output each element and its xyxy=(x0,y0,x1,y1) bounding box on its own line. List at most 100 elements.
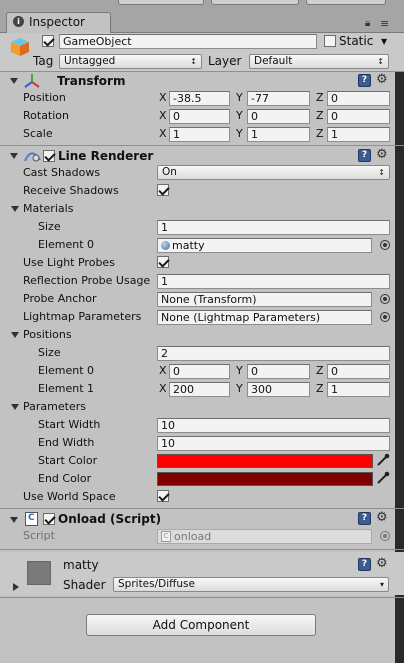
position-x-field[interactable]: -38.5 xyxy=(169,91,230,106)
probe-anchor-field[interactable]: None (Transform) xyxy=(157,292,372,307)
gameobject-active-checkbox[interactable] xyxy=(42,35,54,47)
add-component-button[interactable]: Add Component xyxy=(86,614,316,636)
parameters-foldout-arrow[interactable] xyxy=(11,404,19,410)
use-light-probes-label: Use Light Probes xyxy=(23,256,115,269)
gameobject-name-field[interactable]: GameObject xyxy=(59,34,317,49)
line-renderer-foldout-arrow[interactable] xyxy=(10,153,18,159)
object-picker-icon[interactable] xyxy=(380,294,390,304)
receive-shadows-label: Receive Shadows xyxy=(23,184,119,197)
x-axis-label: X xyxy=(159,364,167,377)
lightmap-parameters-field[interactable]: None (Lightmap Parameters) xyxy=(157,310,372,325)
shader-dropdown[interactable]: Sprites/Diffuse ▾ xyxy=(113,577,389,592)
y-axis-label: Y xyxy=(236,364,243,377)
tag-dropdown[interactable]: Untagged ↕ xyxy=(59,54,202,69)
x-axis-label: X xyxy=(159,109,167,122)
tab-strip: i Inspector 🔒︎ ≡ xyxy=(0,0,404,33)
lightmap-parameters-label: Lightmap Parameters xyxy=(23,310,142,323)
receive-shadows-checkbox[interactable] xyxy=(157,184,169,196)
position-element0-x-field[interactable]: 0 xyxy=(169,364,230,379)
line-renderer-title: Line Renderer xyxy=(58,149,154,163)
tag-label: Tag xyxy=(33,54,54,68)
transform-title: Transform xyxy=(57,74,126,88)
line-renderer-enabled-checkbox[interactable] xyxy=(43,150,55,162)
use-world-space-checkbox[interactable] xyxy=(157,490,169,502)
use-light-probes-checkbox[interactable] xyxy=(157,256,169,268)
script-value: onload xyxy=(174,530,212,543)
cast-shadows-dropdown[interactable]: On ↕ xyxy=(157,165,390,180)
material-foldout-arrow[interactable] xyxy=(13,583,19,591)
position-element1-y-field[interactable]: 300 xyxy=(247,382,310,397)
help-icon[interactable]: ? xyxy=(358,512,371,525)
tab-stub[interactable] xyxy=(306,0,386,5)
positions-size-field[interactable]: 2 xyxy=(157,346,390,361)
position-element1-x-field[interactable]: 200 xyxy=(169,382,230,397)
rotation-x-field[interactable]: 0 xyxy=(169,109,230,124)
position-element0-y-field[interactable]: 0 xyxy=(247,364,310,379)
gear-icon[interactable]: ⚙ xyxy=(376,511,388,524)
layer-label: Layer xyxy=(208,54,242,68)
y-axis-label: Y xyxy=(236,91,243,104)
rotation-y-field[interactable]: 0 xyxy=(247,109,310,124)
reflection-probe-usage-field[interactable]: 1 xyxy=(157,274,390,289)
object-picker-icon[interactable] xyxy=(380,240,390,250)
static-checkbox[interactable] xyxy=(324,35,336,47)
material-element0-value: matty xyxy=(172,239,205,252)
position-label: Position xyxy=(23,91,66,104)
position-element1-label: Element 1 xyxy=(38,382,95,395)
help-icon[interactable]: ? xyxy=(358,74,371,87)
help-icon[interactable]: ? xyxy=(358,149,371,162)
static-label: Static xyxy=(339,34,374,48)
parameters-label: Parameters xyxy=(23,400,86,413)
gear-icon[interactable]: ⚙ xyxy=(376,73,388,86)
lock-icon[interactable]: 🔒︎ xyxy=(365,18,370,29)
gameobject-cube-icon xyxy=(11,38,29,56)
gear-icon[interactable]: ⚙ xyxy=(376,557,388,570)
scale-y-field[interactable]: 1 xyxy=(247,127,310,142)
help-icon[interactable]: ? xyxy=(358,558,371,571)
materials-size-field[interactable]: 1 xyxy=(157,220,390,235)
gear-icon[interactable]: ⚙ xyxy=(376,148,388,161)
material-element0-field[interactable]: matty xyxy=(157,238,372,253)
start-width-label: Start Width xyxy=(38,418,101,431)
onload-script-foldout-arrow[interactable] xyxy=(10,517,18,523)
onload-script-enabled-checkbox[interactable] xyxy=(43,513,55,525)
start-color-label: Start Color xyxy=(38,454,98,467)
material-name: matty xyxy=(63,558,99,572)
start-color-swatch[interactable] xyxy=(157,454,373,468)
eyedropper-icon[interactable] xyxy=(376,453,390,467)
csharp-file-icon: C xyxy=(161,531,171,542)
divider xyxy=(0,71,404,72)
end-color-swatch[interactable] xyxy=(157,472,373,486)
tab-stub[interactable] xyxy=(118,0,204,5)
tab-stub[interactable] xyxy=(211,0,299,5)
divider xyxy=(0,597,404,598)
materials-size-label: Size xyxy=(38,220,61,233)
position-element0-label: Element 0 xyxy=(38,364,95,377)
rotation-z-field[interactable]: 0 xyxy=(327,109,390,124)
tab-inspector[interactable]: i Inspector xyxy=(6,12,111,33)
position-z-field[interactable]: 0 xyxy=(327,91,390,106)
position-element1-z-field[interactable]: 1 xyxy=(327,382,390,397)
positions-foldout-arrow[interactable] xyxy=(11,332,19,338)
end-width-field[interactable]: 10 xyxy=(157,436,390,451)
static-dropdown-arrow-icon[interactable]: ▼ xyxy=(381,37,387,46)
position-y-field[interactable]: -77 xyxy=(247,91,310,106)
x-axis-label: X xyxy=(159,127,167,140)
tag-value: Untagged xyxy=(64,55,116,67)
scale-z-field[interactable]: 1 xyxy=(327,127,390,142)
y-axis-label: Y xyxy=(236,127,243,140)
materials-foldout-arrow[interactable] xyxy=(11,206,19,212)
use-world-space-label: Use World Space xyxy=(23,490,116,503)
layer-value: Default xyxy=(254,55,293,67)
start-width-field[interactable]: 10 xyxy=(157,418,390,433)
position-element0-z-field[interactable]: 0 xyxy=(327,364,390,379)
scale-x-field[interactable]: 1 xyxy=(169,127,230,142)
layer-dropdown[interactable]: Default ↕ xyxy=(249,54,389,69)
positions-label: Positions xyxy=(23,328,72,341)
object-picker-icon[interactable] xyxy=(380,312,390,322)
eyedropper-icon[interactable] xyxy=(376,471,390,485)
transform-foldout-arrow[interactable] xyxy=(10,78,18,84)
info-icon: i xyxy=(13,16,24,27)
tab-menu-icon[interactable]: ≡ xyxy=(380,17,389,30)
y-axis-label: Y xyxy=(236,109,243,122)
